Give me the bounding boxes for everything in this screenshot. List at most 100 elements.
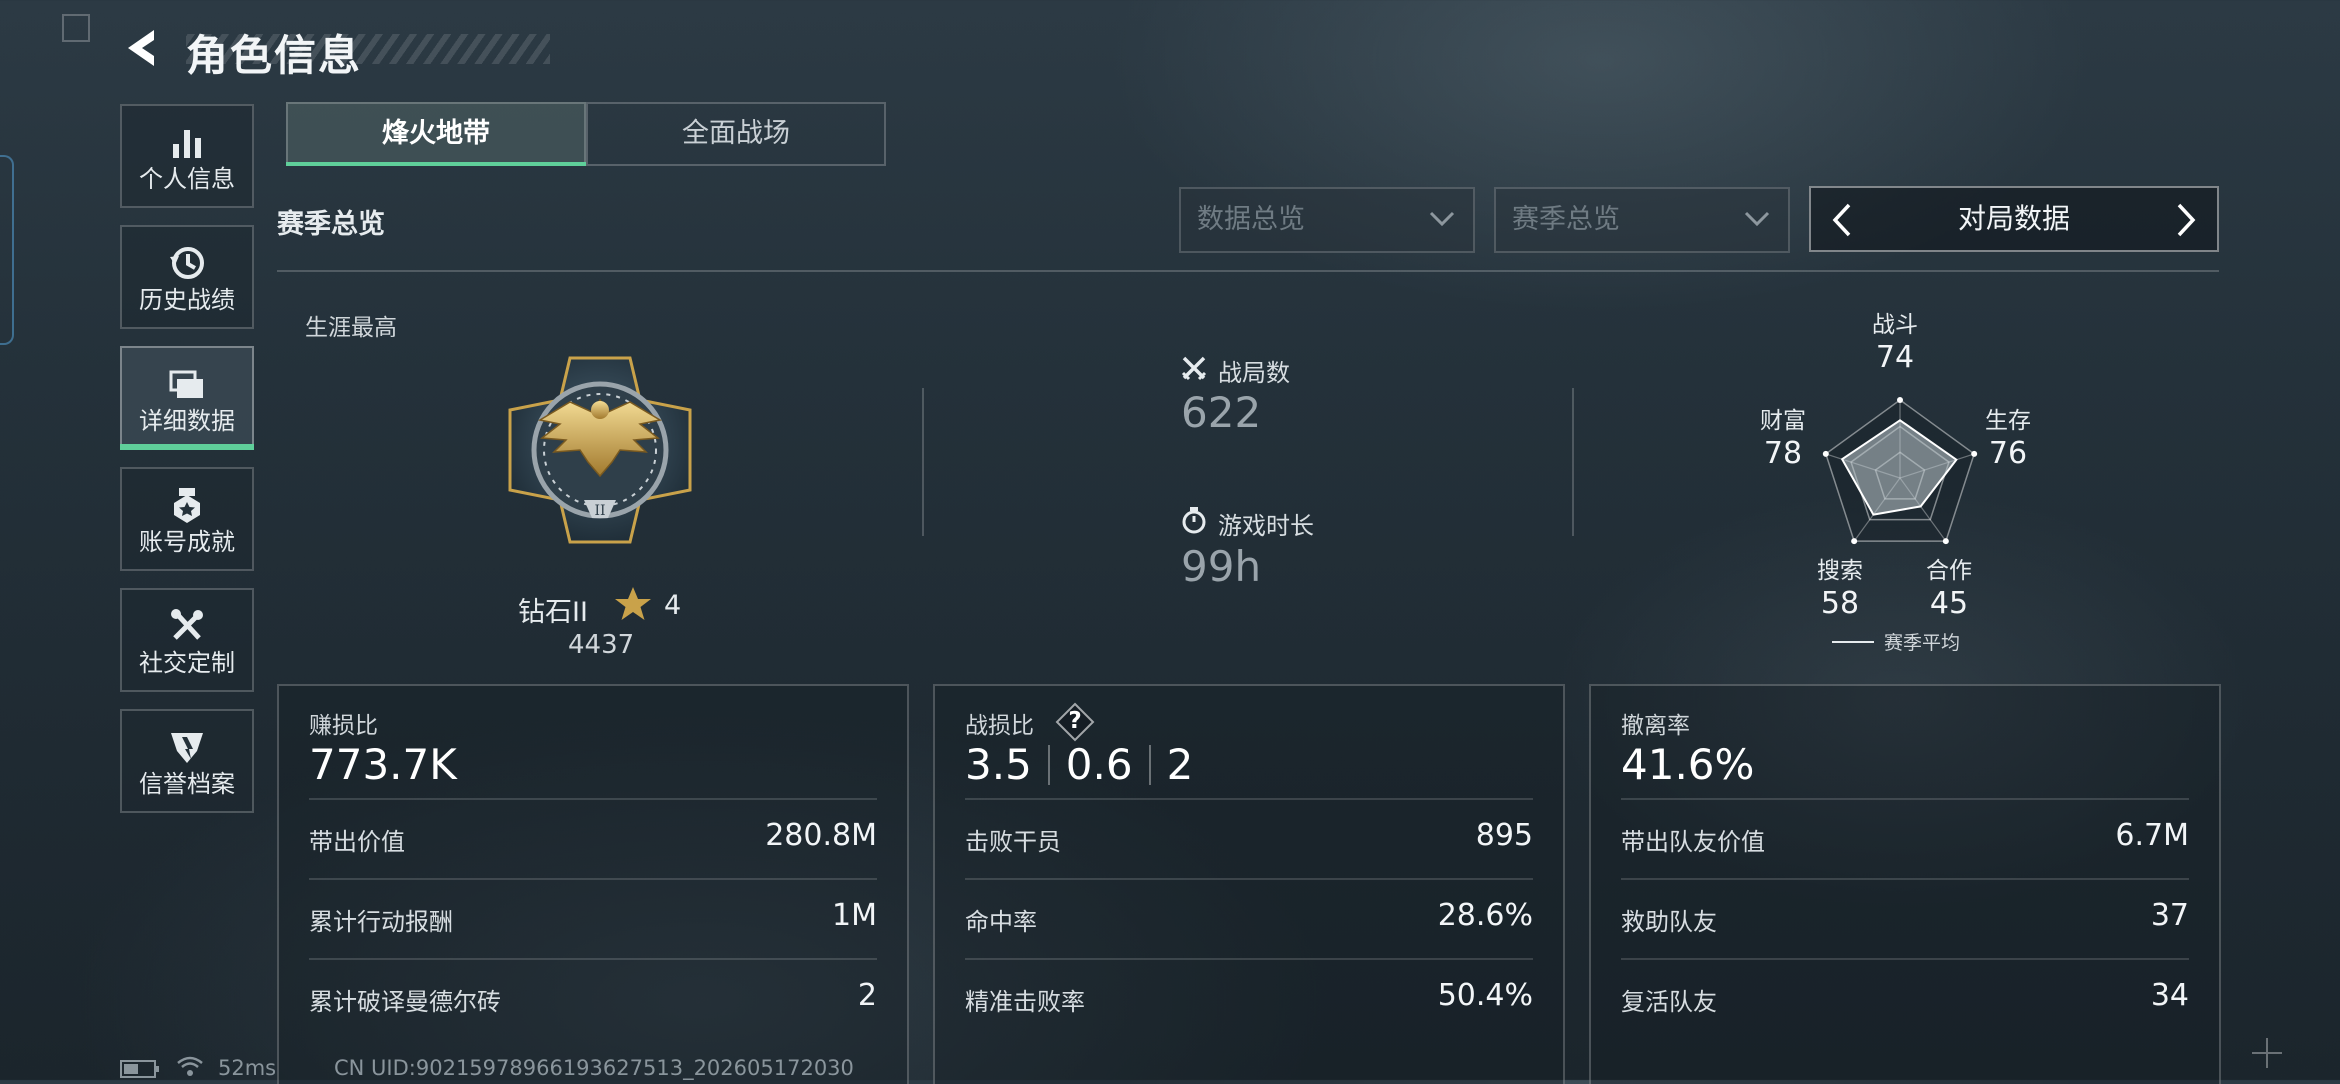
back-arrow-icon[interactable] [118,24,166,72]
match-data-pager: 对局数据 [1809,186,2219,252]
sidebar-item-label: 社交定制 [139,649,235,677]
row-value: 6.7M [2115,818,2189,853]
row-value: 280.8M [765,818,877,853]
dropdown-value: 赛季总览 [1512,204,1620,235]
column-divider [1572,388,1574,536]
ping-value: 52ms [218,1056,277,1080]
radar-value-wealth: 78 [1763,436,1803,471]
star-icon [615,587,651,620]
radar-vertex-dot [1942,538,1949,545]
list-item: 命中率 28.6% [965,878,1533,960]
row-label: 带出队友价值 [1621,828,1765,856]
help-mark: ? [1068,708,1082,734]
row-label: 累计破译曼德尔砖 [309,988,501,1016]
bar-chart-icon [173,130,201,158]
tab-full-battlefield[interactable]: 全面战场 [586,102,886,166]
radar-vertex-dot [1851,538,1858,545]
kd-value: 3.5 [965,740,1032,789]
matches-value: 622 [1181,388,1262,437]
section-divider [277,270,2219,272]
row-label: 带出价值 [309,828,405,856]
playtime-label: 游戏时长 [1218,512,1314,540]
sidebar-item-label: 详细数据 [139,407,235,435]
dropdown-value: 数据总览 [1197,204,1305,235]
career-highest-label: 生涯最高 [305,315,397,341]
list-item: 复活队友 34 [1621,958,2189,1040]
radar-legend: 赛季平均 [1884,632,1961,654]
plus-corner-icon [2252,1038,2282,1068]
matches-label: 战局数 [1218,359,1290,387]
sidebar-item-personal-info[interactable]: 个人信息 [120,104,254,208]
sidebar-item-label: 历史战绩 [139,286,235,314]
sidebar-item-achievements[interactable]: 账号成就 [120,467,254,571]
row-label: 击败干员 [965,828,1061,856]
stopwatch-icon [1182,507,1206,534]
card-title: 战损比 [965,713,1034,739]
battery-icon [120,1060,159,1078]
row-label: 累计行动报酬 [309,908,453,936]
kd-separator [1148,744,1151,785]
kd-separator [1047,744,1050,785]
radar-label-combat: 战斗 [1872,312,1918,338]
chevron-down-icon [1744,211,1770,227]
card-title: 赚损比 [309,713,378,739]
sidebar-item-detailed-data[interactable]: 详细数据 [120,346,254,450]
sidebar-item-reputation[interactable]: 信誉档案 [120,709,254,813]
diamond-rank-emblem-icon: II [508,356,692,544]
kd-value: 2 [1166,740,1194,789]
page-title: 角色信息 [186,31,363,80]
playtime-value: 99h [1181,542,1262,591]
tab-fire-zone[interactable]: 烽火地带 [286,102,586,166]
edge-pull-tab[interactable] [0,155,14,345]
sidebar-item-label: 个人信息 [139,165,235,193]
sidebar-item-social[interactable]: 社交定制 [120,588,254,692]
season-overview-dropdown[interactable]: 赛季总览 [1494,187,1790,253]
card-big-value: 41.6% [1621,740,1755,789]
row-value: 28.6% [1437,898,1533,933]
section-title: 赛季总览 [277,209,385,240]
row-label: 救助队友 [1621,908,1717,936]
help-button[interactable]: ? [1055,702,1095,742]
row-label: 精准击败率 [965,988,1085,1016]
pager-label: 对局数据 [1957,202,2070,235]
row-label: 复活队友 [1621,988,1717,1016]
sidebar-item-label: 信誉档案 [139,770,235,798]
list-item: 带出队友价值 6.7M [1621,798,2189,880]
list-item: 累计破译曼德尔砖 2 [309,958,877,1040]
folder-icon [169,370,203,398]
radar-value-search: 58 [1820,586,1860,621]
radar-vertex-dot [1897,397,1903,403]
radar-label-wealth: 财富 [1760,408,1806,434]
sidebar-item-label: 账号成就 [139,528,235,556]
row-value: 34 [2150,978,2189,1013]
chevron-right-icon[interactable] [2165,202,2205,238]
kd-card: 战损比 ? 3.5 0.6 2 击败干员 895 命中率 28.6% 精准击败率… [933,684,1565,1084]
row-value: 895 [1475,818,1533,853]
wifi-icon [177,1056,203,1076]
radar-value-cooperation: 45 [1929,586,1969,621]
crossed-swords-icon [1181,356,1207,381]
chevron-down-icon [1429,211,1455,227]
row-value: 1M [832,898,877,933]
list-item: 带出价值 280.8M [309,798,877,880]
column-divider [922,388,924,536]
list-item: 精准击败率 50.4% [965,958,1533,1040]
radar-value-survival: 76 [1988,436,2028,471]
shield-emblem-icon [171,733,203,763]
data-overview-dropdown[interactable]: 数据总览 [1179,187,1475,253]
window-square-icon [62,14,90,42]
kd-values: 3.5 0.6 2 [965,740,1193,789]
radar-vertex-dot [1822,450,1829,457]
row-value: 50.4% [1437,978,1533,1013]
radar-label-cooperation: 合作 [1926,558,1972,584]
legend-line [1832,641,1874,643]
row-value: 2 [857,978,877,1013]
sidebar-item-history[interactable]: 历史战绩 [120,225,254,329]
row-label: 命中率 [965,908,1037,936]
profit-loss-card: 赚损比 773.7K 带出价值 280.8M 累计行动报酬 1M 累计破译曼德尔… [277,684,909,1084]
extraction-rate-card: 撤离率 41.6% 带出队友价值 6.7M 救助队友 37 复活队友 34 [1589,684,2221,1084]
uid-text: CN UID:9021597896619362751​3_20260517203… [334,1056,854,1080]
rank-star-count: 4 [664,590,682,621]
rank-score: 4437 [568,630,635,660]
card-big-value: 773.7K [309,740,457,789]
